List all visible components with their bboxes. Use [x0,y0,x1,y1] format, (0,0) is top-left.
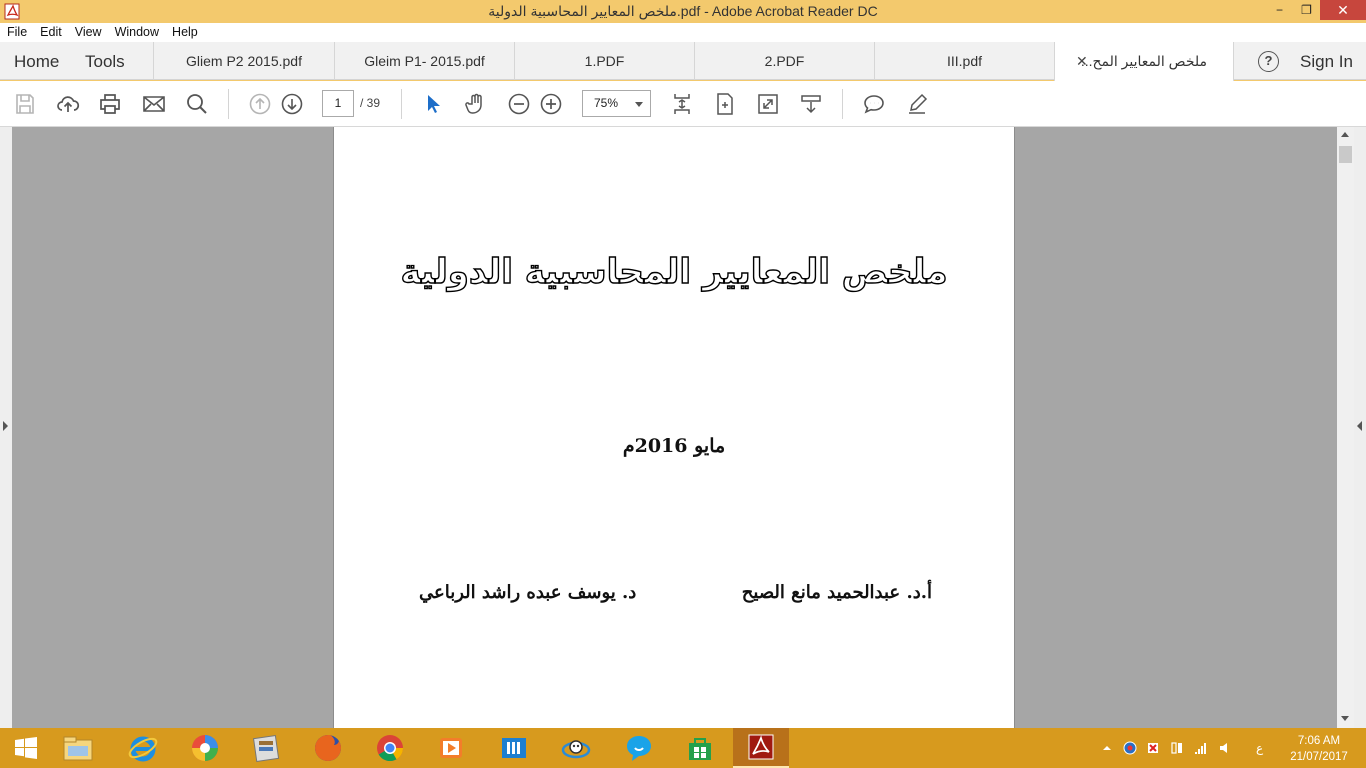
next-page-icon[interactable] [280,92,304,116]
upload-icon[interactable] [56,92,80,116]
fit-width-icon[interactable] [713,92,737,116]
document-tab[interactable]: 2.PDF [694,42,874,80]
chrome-icon[interactable] [360,728,420,768]
toolbar-separator [228,89,229,119]
sign-in-link[interactable]: Sign In [1300,52,1353,72]
document-tab-active[interactable]: ✕ ملخص المعايير المح... [1054,42,1234,81]
signal-icon[interactable] [1194,741,1208,755]
document-tab[interactable]: 1.PDF [514,42,694,80]
chevron-up-icon[interactable] [1100,741,1114,755]
toolbar-separator [842,89,843,119]
select-cursor-icon[interactable] [421,92,445,116]
page-number-input[interactable]: 1 [322,90,354,117]
toolbar: 1 / 39 75% [0,81,1366,127]
print-icon[interactable] [98,92,122,116]
zoom-out-icon[interactable] [507,92,531,116]
zoom-value: 75% [594,96,619,110]
scrollbar-thumb[interactable] [1339,146,1352,163]
document-viewport[interactable]: ملخص المعايير المحاسبية الدولية مايو 201… [0,127,1366,728]
clock-date: 21/07/2017 [1290,751,1348,763]
menu-window[interactable]: Window [108,23,165,42]
media-player-icon[interactable] [421,728,481,768]
window-title: ملخص المعايير المحاسبية الدولية.pdf - Ad… [488,3,878,19]
file-explorer-icon[interactable] [48,728,108,768]
picasa-icon[interactable] [175,728,235,768]
store-books-icon[interactable] [484,728,544,768]
prev-page-icon[interactable] [248,92,272,116]
search-icon[interactable] [185,92,209,116]
document-title: ملخص المعايير المحاسبية الدولية [400,251,948,292]
menu-edit[interactable]: Edit [33,23,68,42]
right-panel-toggle[interactable] [1354,127,1366,728]
highlight-icon[interactable] [905,92,929,116]
document-tab-label: ملخص المعايير المح... [1080,53,1207,69]
save-icon[interactable] [13,92,37,116]
internet-explorer-icon[interactable] [113,728,173,768]
window-controls: − ❐ ✕ [1266,0,1366,21]
volume-icon[interactable] [1218,741,1232,755]
messenger-icon[interactable] [546,728,606,768]
tab-home[interactable]: Home [14,52,59,72]
document-author: أ.د. عبدالحميد مانع الصيح [741,582,932,603]
expand-left-icon[interactable] [3,421,8,431]
toolbar-separator [401,89,402,119]
help-icon[interactable]: ? [1258,51,1279,72]
document-tab[interactable]: Gleim P1- 2015.pdf [334,42,514,80]
fit-page-icon[interactable] [670,92,694,116]
zoom-select[interactable]: 75% [582,90,651,117]
email-icon[interactable] [142,92,166,116]
menu-help[interactable]: Help [165,23,204,42]
store-icon[interactable] [670,728,730,768]
full-screen-icon[interactable] [756,92,780,116]
menu-file[interactable]: File [0,23,33,42]
chevron-down-icon[interactable] [635,102,643,107]
acrobat-icon[interactable] [733,728,789,768]
menu-bar: File Edit View Window Help [0,23,1366,42]
close-button[interactable]: ✕ [1320,0,1366,20]
firefox-icon[interactable] [298,728,358,768]
vertical-scrollbar[interactable] [1337,127,1354,728]
document-author: د. يوسف عبده راشد الرباعي [419,582,637,603]
title-bar: ملخص المعايير المحاسبية الدولية.pdf - Ad… [0,0,1366,23]
restore-button[interactable]: ❐ [1293,0,1320,20]
pdf-page: ملخص المعايير المحاسبية الدولية مايو 201… [333,127,1015,728]
menu-view[interactable]: View [68,23,108,42]
document-date: مايو 2016م [622,435,726,457]
page-total: / 39 [360,96,381,110]
left-panel-toggle[interactable] [0,127,12,728]
scroll-down-icon[interactable] [1341,716,1349,721]
minimize-button[interactable]: − [1266,0,1293,20]
document-tab[interactable]: Gliem P2 2015.pdf [153,42,334,80]
input-language[interactable]: ع [1256,741,1263,755]
security-alert-icon[interactable] [1146,741,1160,755]
comment-icon[interactable] [862,92,886,116]
power-icon[interactable] [1170,741,1184,755]
clock[interactable]: 7:06 AM 21/07/2017 [1284,733,1354,765]
scroll-up-icon[interactable] [1341,132,1349,137]
tab-tools[interactable]: Tools [85,52,125,72]
expand-right-icon[interactable] [1357,421,1362,431]
start-button[interactable] [0,728,52,768]
windows-logo-icon [15,737,37,759]
hand-icon[interactable] [464,92,488,116]
document-tab[interactable]: III.pdf [874,42,1054,80]
archive-icon[interactable] [236,728,296,768]
tab-bar: Home Tools Gliem P2 2015.pdf Gleim P1- 2… [0,42,1366,81]
scroll-mode-icon[interactable] [799,92,823,116]
clock-time: 7:06 AM [1297,735,1341,747]
taskbar: ع 7:06 AM 21/07/2017 [0,728,1366,768]
network-status-icon[interactable] [1123,741,1137,755]
chat-icon[interactable] [609,728,669,768]
zoom-in-icon[interactable] [539,92,563,116]
